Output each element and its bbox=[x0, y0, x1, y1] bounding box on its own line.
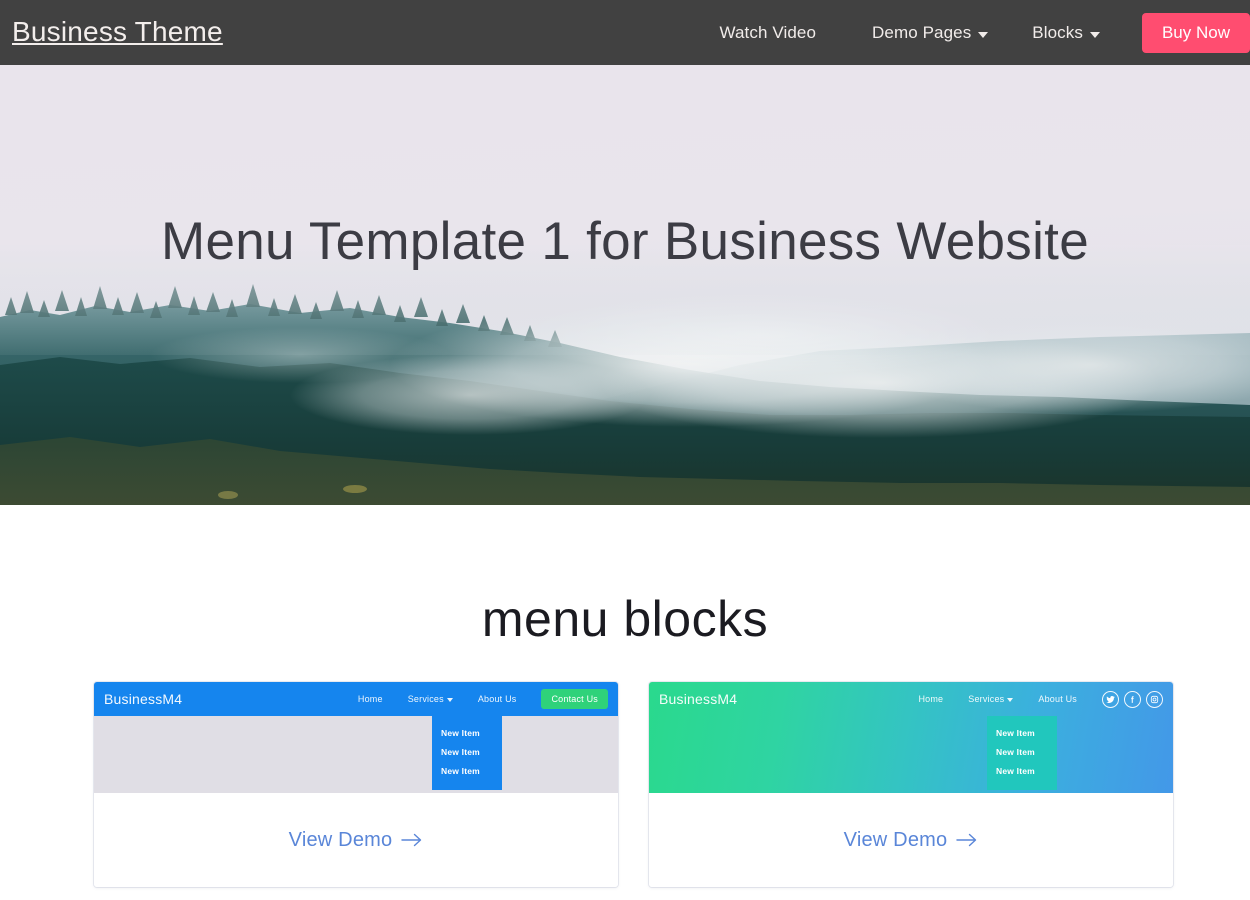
preview-nav-label: Services bbox=[407, 694, 444, 704]
preview-brand: BusinessM4 bbox=[104, 691, 183, 707]
view-demo-label: View Demo bbox=[288, 828, 393, 851]
preview-brand: BusinessM4 bbox=[659, 691, 738, 707]
hero-background-image bbox=[0, 65, 1250, 505]
preview-nav-label: Services bbox=[968, 694, 1005, 704]
dropdown-item[interactable]: New Item bbox=[432, 723, 502, 742]
preview-navbar: BusinessM4 Home Services About Us bbox=[649, 682, 1173, 716]
dropdown-item[interactable]: New Item bbox=[987, 723, 1057, 742]
card-footer: View Demo bbox=[649, 793, 1173, 887]
preview-nav-item-about-us[interactable]: About Us bbox=[1038, 694, 1077, 704]
demo-card-grid: BusinessM4 Home Services About Us Contac… bbox=[94, 682, 1174, 887]
card-thumbnail-preview: BusinessM4 Home Services About Us New It… bbox=[649, 682, 1173, 793]
view-demo-label: View Demo bbox=[843, 828, 948, 851]
arrow-right-icon bbox=[956, 830, 978, 853]
nav-item-watch-video[interactable]: Watch Video bbox=[719, 23, 816, 43]
nav-item-label: Watch Video bbox=[719, 22, 817, 42]
chevron-down-icon bbox=[978, 31, 989, 38]
nav-item-label: Blocks bbox=[1032, 22, 1083, 42]
preview-nav-label: Home bbox=[357, 694, 383, 704]
preview-nav-item-services[interactable]: Services bbox=[408, 694, 453, 704]
chevron-down-icon bbox=[1089, 31, 1100, 38]
preview-navbar: BusinessM4 Home Services About Us Contac… bbox=[94, 682, 618, 716]
card-footer: View Demo bbox=[94, 793, 618, 887]
preview-nav-label: Home bbox=[918, 694, 944, 704]
preview-nav-label: About Us bbox=[477, 694, 517, 704]
preview-nav-links: Home Services About Us bbox=[918, 682, 1163, 716]
instagram-icon[interactable] bbox=[1146, 690, 1163, 708]
dropdown-item[interactable]: New Item bbox=[432, 761, 502, 780]
preview-nav-label: About Us bbox=[1038, 694, 1077, 704]
chevron-down-icon bbox=[446, 698, 453, 702]
dropdown-item[interactable]: New Item bbox=[432, 742, 502, 761]
hero-section: Menu Template 1 for Business Website bbox=[0, 65, 1250, 505]
preview-nav-item-about-us[interactable]: About Us bbox=[478, 694, 517, 704]
nav-item-label: Demo Pages bbox=[872, 22, 972, 42]
dropdown-item[interactable]: New Item bbox=[987, 742, 1057, 761]
arrow-right-icon bbox=[401, 830, 423, 853]
twitter-icon[interactable] bbox=[1102, 690, 1119, 708]
preview-social-links bbox=[1102, 690, 1163, 708]
view-demo-link[interactable]: View Demo bbox=[844, 829, 979, 852]
primary-nav: Watch Video Demo Pages Blocks Buy Now bbox=[719, 0, 1250, 65]
preview-nav-item-services[interactable]: Services bbox=[968, 694, 1014, 704]
nav-item-blocks[interactable]: Blocks bbox=[1032, 23, 1100, 43]
dropdown-item[interactable]: New Item bbox=[987, 761, 1057, 780]
nav-item-demo-pages[interactable]: Demo Pages bbox=[872, 22, 989, 43]
preview-services-dropdown: New Item New Item New Item bbox=[987, 716, 1057, 790]
chevron-down-icon bbox=[1007, 698, 1014, 702]
demo-card[interactable]: BusinessM4 Home Services About Us Contac… bbox=[94, 682, 618, 887]
top-navbar: Business Theme Watch Video Demo Pages Bl… bbox=[0, 0, 1250, 65]
facebook-icon[interactable] bbox=[1124, 690, 1141, 708]
hero-title: Menu Template 1 for Business Website bbox=[161, 212, 1089, 271]
preview-contact-us-button[interactable]: Contact Us bbox=[541, 689, 608, 709]
card-thumbnail-preview: BusinessM4 Home Services About Us Contac… bbox=[94, 682, 618, 793]
view-demo-link[interactable]: View Demo bbox=[289, 829, 424, 852]
demo-card[interactable]: BusinessM4 Home Services About Us New It… bbox=[649, 682, 1173, 887]
preview-nav-item-home[interactable]: Home bbox=[918, 694, 943, 704]
section-title: menu blocks bbox=[481, 591, 769, 647]
buy-now-button[interactable]: Buy Now bbox=[1141, 12, 1250, 53]
preview-services-dropdown: New Item New Item New Item bbox=[432, 716, 502, 790]
preview-nav-item-home[interactable]: Home bbox=[358, 694, 383, 704]
preview-nav-links: Home Services About Us Contact Us bbox=[358, 682, 608, 716]
site-brand[interactable]: Business Theme bbox=[12, 14, 223, 50]
